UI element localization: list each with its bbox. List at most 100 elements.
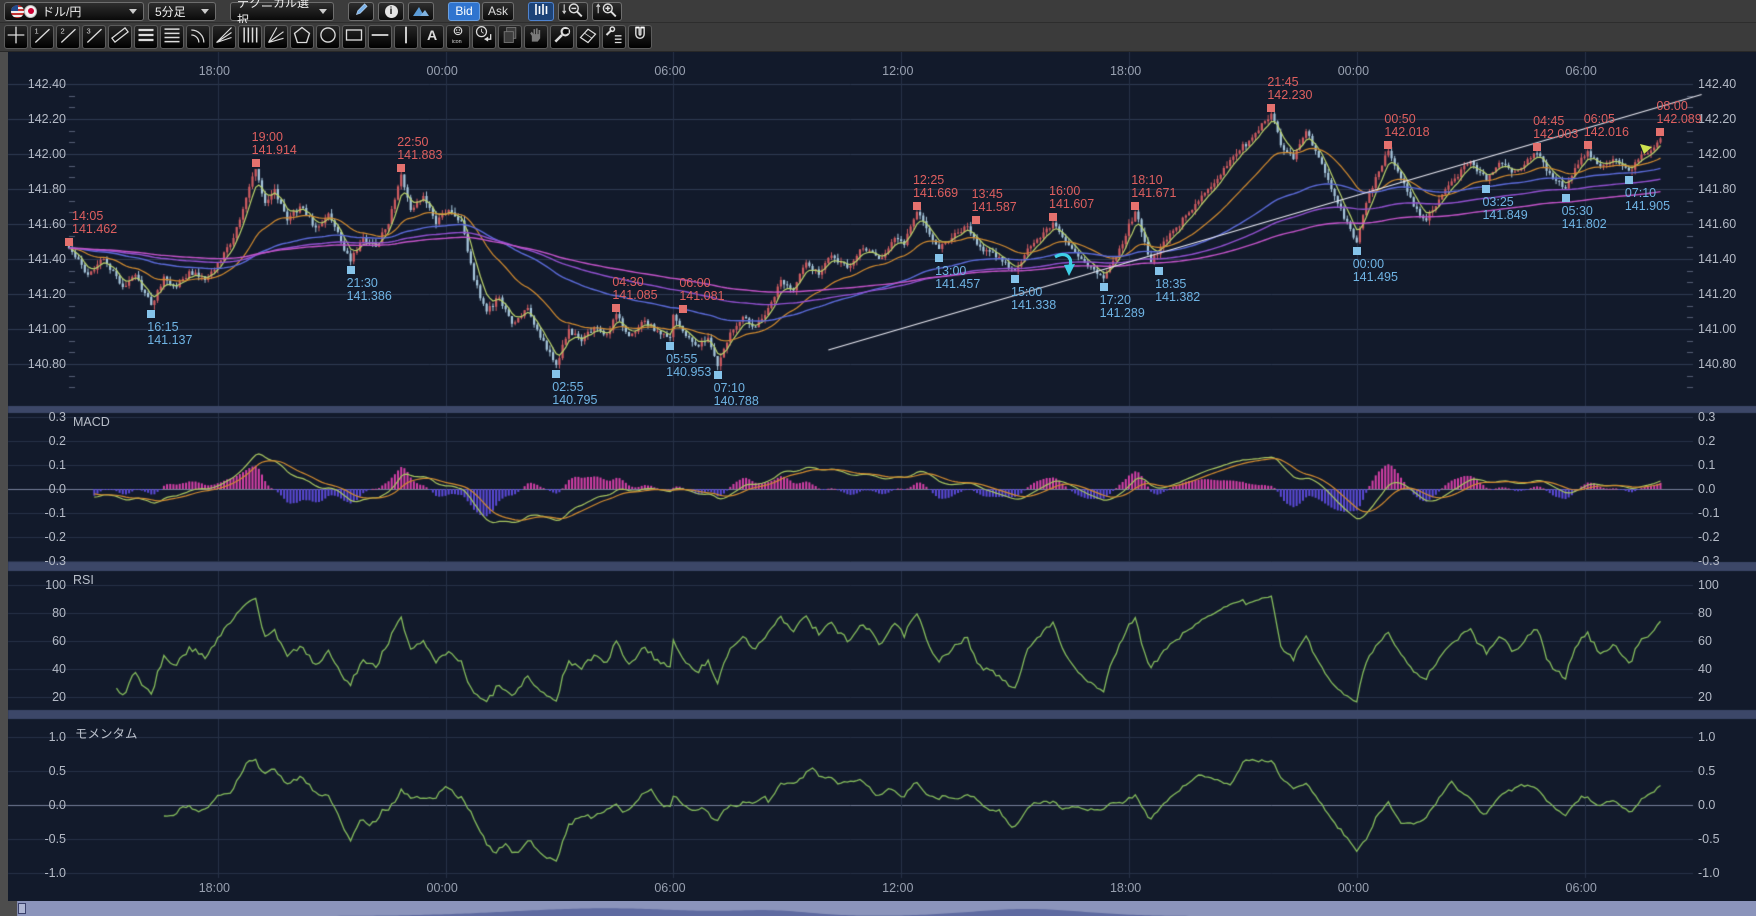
rsi-axis-label-right: 20 xyxy=(1698,690,1712,704)
price-axis-label-right: 141.80 xyxy=(1698,182,1736,196)
tool-wrench-button[interactable] xyxy=(550,25,574,49)
angle-lines-icon xyxy=(266,25,286,50)
info-button[interactable] xyxy=(378,2,404,21)
swing-low-label: 17:20141.289 xyxy=(1100,294,1145,320)
price-axis-label-left: 141.40 xyxy=(24,252,66,266)
tool-fibonacci-arc-button[interactable] xyxy=(186,25,210,49)
current-price-arrow xyxy=(1639,141,1654,161)
horizontal-line-icon xyxy=(370,25,390,50)
time-axis-label-top: 12:00 xyxy=(882,64,913,78)
tool-angle-lines-button[interactable] xyxy=(264,25,288,49)
svg-text:A: A xyxy=(427,28,437,44)
time-axis-label-bottom: 00:00 xyxy=(1338,881,1369,895)
svg-text:2: 2 xyxy=(61,26,65,35)
macd-axis-label-right: -0.3 xyxy=(1698,554,1720,568)
swing-high-label: 04:30141.085 xyxy=(612,276,657,302)
tool-ruler-button[interactable] xyxy=(108,25,132,49)
svg-text:icon: icon xyxy=(452,38,462,44)
navigator-grip[interactable] xyxy=(18,903,26,914)
price-axis-label-right: 141.60 xyxy=(1698,217,1736,231)
swing-high-marker xyxy=(397,164,405,172)
price-axis-label-right: 141.00 xyxy=(1698,322,1736,336)
tool-text-button[interactable]: A xyxy=(420,25,444,49)
swing-low-marker xyxy=(935,254,943,262)
rsi-panel-title: RSI xyxy=(73,573,94,587)
time-axis-label-top: 18:00 xyxy=(199,64,230,78)
price-axis-label-left: 142.00 xyxy=(24,147,66,161)
rsi-axis-label-left: 100 xyxy=(24,578,66,592)
ask-toggle[interactable]: Ask xyxy=(482,2,514,21)
vertical-line-icon xyxy=(396,25,416,50)
tool-trendline-3-button[interactable]: 3 xyxy=(82,25,106,49)
swing-high-marker xyxy=(1131,202,1139,210)
eraser-icon xyxy=(578,25,598,50)
navigator-strip[interactable] xyxy=(0,901,1756,916)
time-axis-label-top: 00:00 xyxy=(427,64,458,78)
candle-chart-icon xyxy=(534,3,549,19)
tool-eraser-button[interactable] xyxy=(576,25,600,49)
price-axis-label-left: 141.20 xyxy=(24,287,66,301)
tool-horizontal-line-button[interactable] xyxy=(368,25,392,49)
swing-high-label: 19:00141.914 xyxy=(252,131,297,157)
tool-pentagon-button[interactable] xyxy=(290,25,314,49)
timeframe-selector[interactable]: 5分足 xyxy=(148,2,216,21)
tool-crosshair-button[interactable] xyxy=(4,25,28,49)
main-toolbar: ドル/円 5分足 テクニカル選択 Bid Ask xyxy=(0,0,1756,23)
zoom-in-button[interactable] xyxy=(592,2,622,21)
time-axis-label-bottom: 18:00 xyxy=(199,881,230,895)
macd-axis-label-left: 0.2 xyxy=(24,434,66,448)
swing-low-marker xyxy=(1353,247,1361,255)
tool-rectangle-button[interactable] xyxy=(342,25,366,49)
tool-h-lines-3-button[interactable] xyxy=(134,25,158,49)
chevron-down-icon xyxy=(319,9,327,14)
tool-trendline-2-button[interactable]: 2 xyxy=(56,25,80,49)
drawn-arrow-annotation[interactable] xyxy=(1052,250,1079,286)
ask-label: Ask xyxy=(488,4,508,18)
swing-high-label: 21:45142.230 xyxy=(1267,76,1312,102)
swing-low-label: 05:55140.953 xyxy=(666,353,711,379)
magnet-icon xyxy=(630,25,650,50)
swing-high-label: 08:00142.089 xyxy=(1656,100,1701,126)
swing-low-label: 07:10140.788 xyxy=(714,382,759,408)
tool-magnet-button[interactable] xyxy=(628,25,652,49)
momentum-axis-label-right: 1.0 xyxy=(1698,730,1715,744)
wrench-icon xyxy=(552,25,572,50)
price-axis-label-left: 141.00 xyxy=(24,322,66,336)
momentum-axis-label-right: -0.5 xyxy=(1698,832,1720,846)
tool-ellipse-button[interactable] xyxy=(316,25,340,49)
swing-high-marker xyxy=(1384,141,1392,149)
macd-axis-label-right: 0.3 xyxy=(1698,410,1715,424)
rsi-axis-label-right: 60 xyxy=(1698,634,1712,648)
h-lines-4-icon xyxy=(162,25,182,50)
zoom-out-icon xyxy=(561,2,585,21)
rsi-axis-label-right: 100 xyxy=(1698,578,1719,592)
text-icon: A xyxy=(422,25,442,50)
bid-toggle[interactable]: Bid xyxy=(448,2,480,21)
copy-icon xyxy=(500,25,520,50)
tool-time-arrow-button[interactable] xyxy=(472,25,496,49)
tool-trendline-1-button[interactable]: 1 xyxy=(30,25,54,49)
price-axis-label-left: 140.80 xyxy=(24,357,66,371)
zoom-out-button[interactable] xyxy=(558,2,588,21)
rectangle-icon xyxy=(344,25,364,50)
h-lines-3-icon xyxy=(136,25,156,50)
draw-pencil-button[interactable] xyxy=(348,2,374,21)
technical-select-button[interactable]: テクニカル選択 xyxy=(230,2,334,21)
tool-h-lines-4-button[interactable] xyxy=(160,25,184,49)
macd-panel-title: MACD xyxy=(73,415,110,429)
tool-tool-settings-button[interactable] xyxy=(602,25,626,49)
area-chart-button[interactable] xyxy=(408,2,434,21)
time-axis-label-bottom: 12:00 xyxy=(882,881,913,895)
swing-low-marker xyxy=(1011,275,1019,283)
tool-vertical-line-button[interactable] xyxy=(394,25,418,49)
macd-axis-label-left: 0.1 xyxy=(24,458,66,472)
tool-fibonacci-fan-button[interactable] xyxy=(212,25,236,49)
swing-low-marker xyxy=(1482,185,1490,193)
tool-v-lines-button[interactable] xyxy=(238,25,262,49)
momentum-axis-label-left: 0.0 xyxy=(24,798,66,812)
tool-stamp-icon-button[interactable]: icon xyxy=(446,25,470,49)
macd-axis-label-left: -0.3 xyxy=(24,554,66,568)
price-axis-label-left: 141.60 xyxy=(24,217,66,231)
candle-chart-button[interactable] xyxy=(528,2,554,21)
pair-selector[interactable]: ドル/円 xyxy=(4,2,144,21)
